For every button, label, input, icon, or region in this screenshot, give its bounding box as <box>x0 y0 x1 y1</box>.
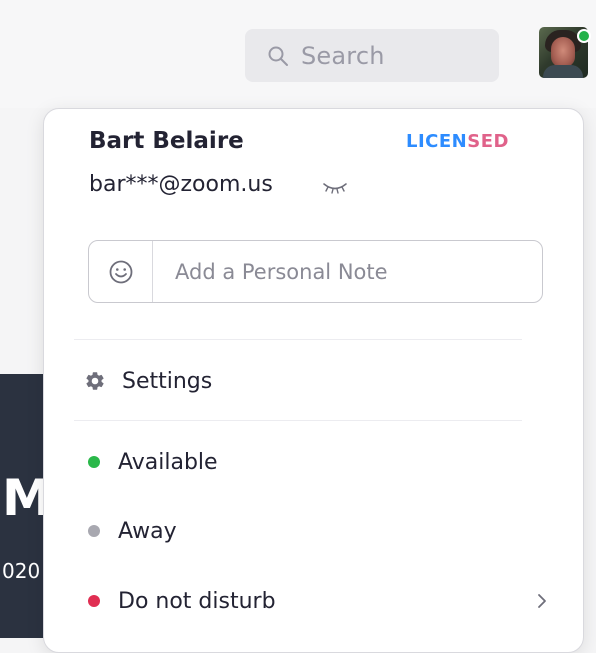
status-away[interactable]: Away <box>74 505 554 557</box>
presence-indicator <box>577 29 591 43</box>
status-label: Away <box>118 518 177 544</box>
license-badge: LICENSED <box>406 131 509 152</box>
eye-hidden-icon[interactable] <box>322 179 348 199</box>
divider <box>74 339 522 340</box>
user-name: Bart Belaire <box>89 128 244 154</box>
personal-note-input[interactable]: Add a Personal Note <box>88 240 543 303</box>
avatar-face <box>551 37 575 67</box>
background-panel-subtext: 020 <box>2 559 41 583</box>
away-status-icon <box>88 525 100 537</box>
search-placeholder: Search <box>301 41 385 70</box>
do-not-disturb-status-icon <box>88 595 100 607</box>
status-available[interactable]: Available <box>74 436 554 488</box>
settings-label: Settings <box>122 368 213 394</box>
top-bar: Search <box>0 0 596 108</box>
status-label: Available <box>118 449 218 475</box>
license-badge-part1: LICEN <box>406 131 468 152</box>
settings-menu-item[interactable]: Settings <box>74 355 554 407</box>
user-email: bar***@zoom.us <box>89 172 273 197</box>
search-icon <box>267 45 289 67</box>
status-do-not-disturb[interactable]: Do not disturb <box>74 575 554 627</box>
status-label: Do not disturb <box>118 588 276 614</box>
avatar-shirt <box>543 65 583 78</box>
available-status-icon <box>88 456 100 468</box>
license-badge-part2: SED <box>467 131 509 152</box>
profile-menu: Bart Belaire LICENSED bar***@zoom.us Add… <box>43 108 584 653</box>
personal-note-placeholder: Add a Personal Note <box>175 259 388 284</box>
gear-icon <box>74 370 122 392</box>
divider <box>74 420 522 421</box>
smiley-icon[interactable] <box>89 241 153 302</box>
search-box[interactable]: Search <box>245 29 499 82</box>
